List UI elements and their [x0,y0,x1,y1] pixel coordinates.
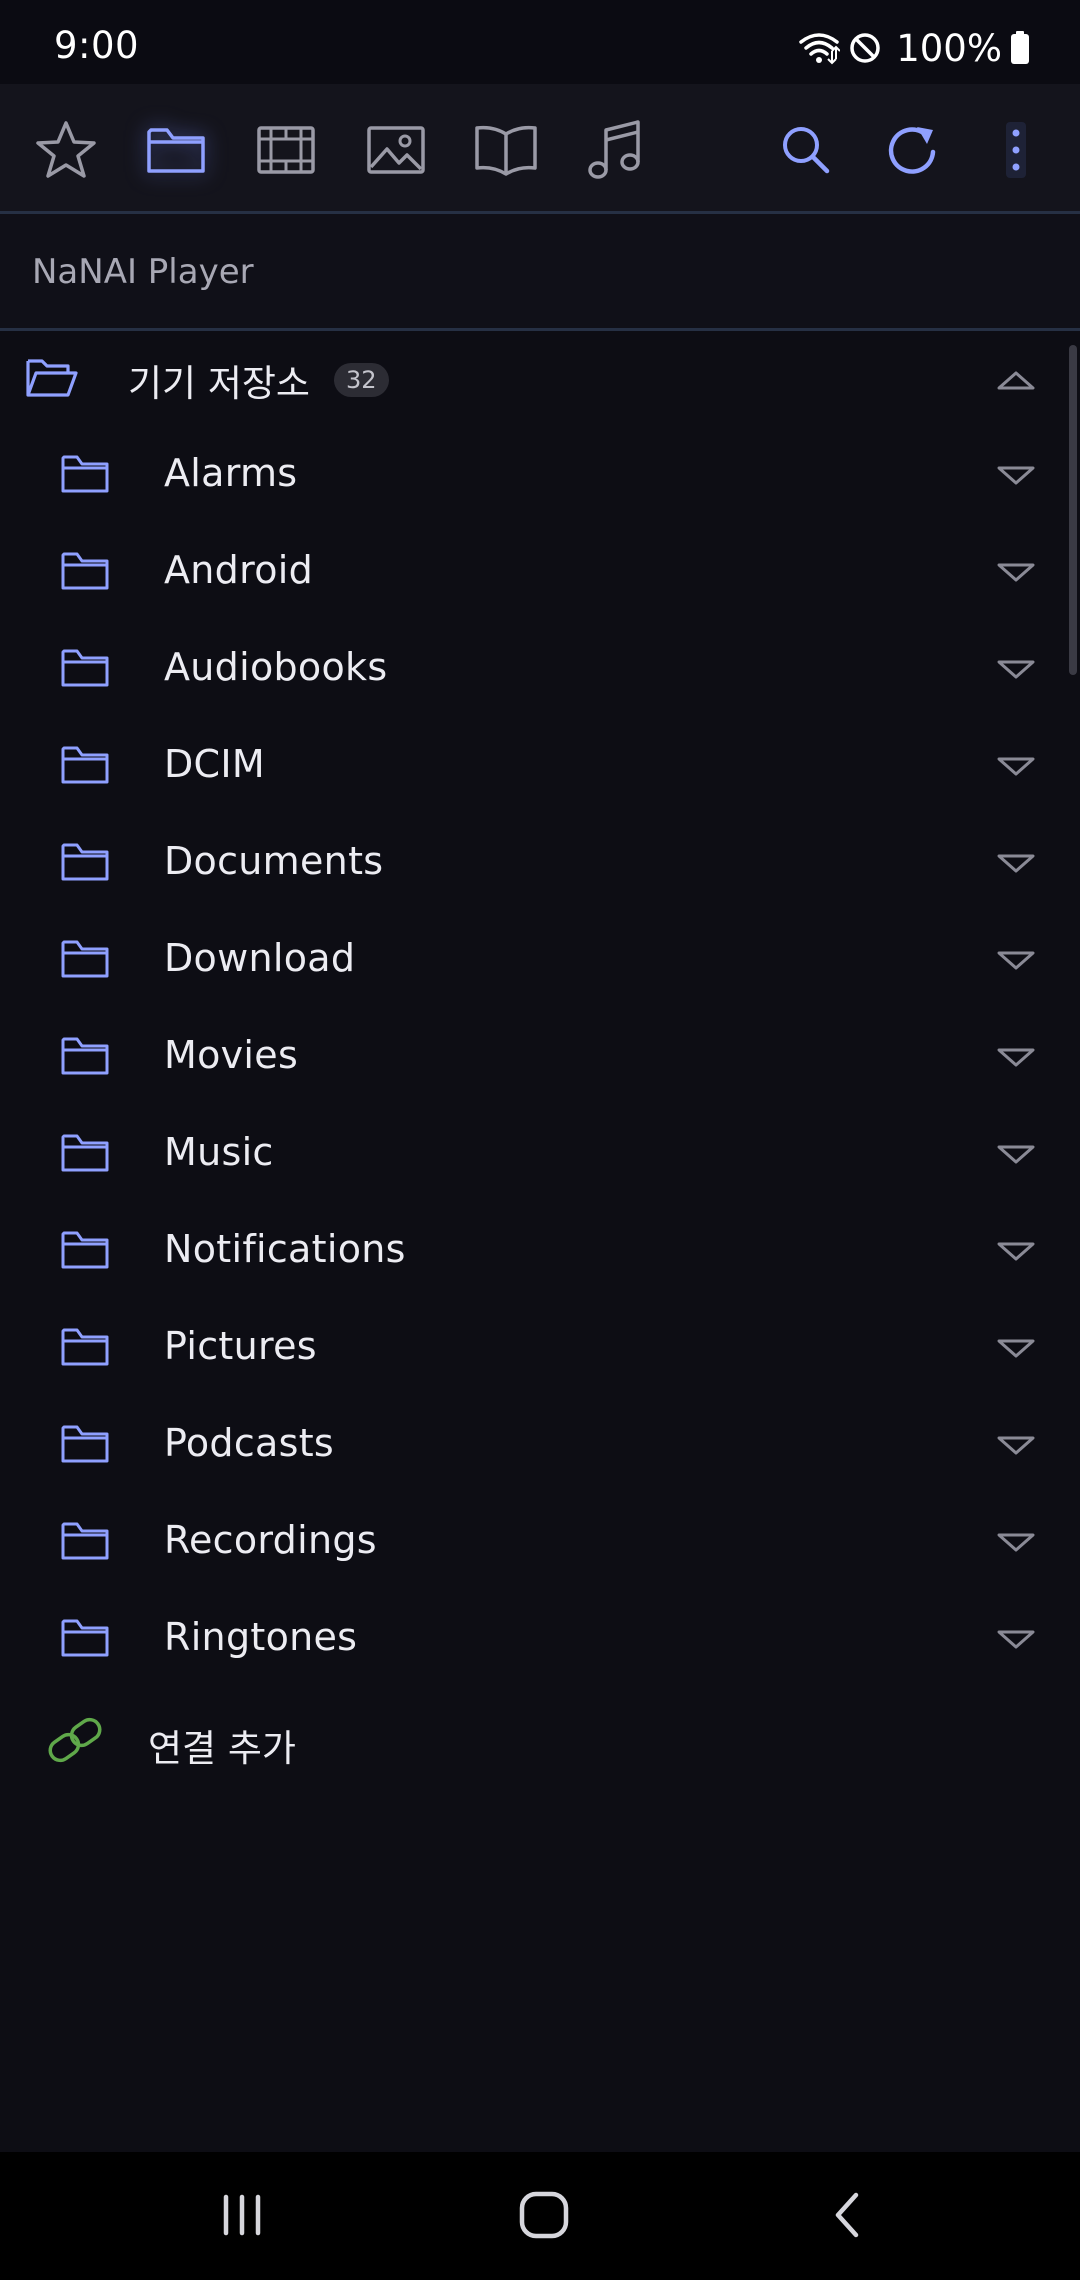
chevron-down-icon[interactable] [996,756,1036,782]
folder-icon [60,1229,110,1275]
chevron-down-icon[interactable] [996,950,1036,976]
app-title: NaNAI Player [32,252,254,292]
system-nav-bar [0,2152,1080,2280]
add-connection-label: 연결 추가 [148,1727,296,1770]
folder-row-documents[interactable]: Documents [0,815,1080,912]
device-storage-row[interactable]: 기기 저장소 32 [0,331,1080,427]
chevron-down-icon[interactable] [996,1241,1036,1267]
folder-count-badge: 32 [334,363,389,397]
refresh-button[interactable] [870,106,958,194]
folder-name: Audiobooks [164,645,388,689]
folder-icon [60,1035,110,1081]
link-icon [44,1712,106,1772]
refresh-icon [885,122,943,178]
home-icon [517,2190,571,2244]
music-note-icon [585,118,643,182]
scrollbar[interactable] [1069,345,1077,675]
back-button[interactable] [808,2182,888,2252]
folder-icon [145,124,207,176]
chevron-down-icon[interactable] [996,1532,1036,1558]
images-tab-button[interactable] [352,106,440,194]
folder-icon [60,1520,110,1566]
book-icon [473,122,539,178]
chevron-down-icon[interactable] [996,659,1036,685]
device-storage-label: 기기 저장소 [128,362,310,405]
folder-name: Download [164,936,356,980]
chevron-down-icon[interactable] [996,1435,1036,1461]
folder-row-recordings[interactable]: Recordings [0,1494,1080,1591]
chevron-down-icon[interactable] [996,562,1036,588]
folder-row-movies[interactable]: Movies [0,1009,1080,1106]
chevron-down-icon[interactable] [996,1338,1036,1364]
add-connection-row[interactable]: 연결 추가 [0,1692,1080,1792]
folder-icon [60,744,110,790]
more-vert-icon [1001,120,1031,180]
folder-row-podcasts[interactable]: Podcasts [0,1397,1080,1494]
do-not-disturb-icon [848,31,882,65]
folder-row-alarms[interactable]: Alarms [0,427,1080,524]
top-toolbar [0,84,1080,212]
battery-icon [1010,31,1030,65]
wifi-icon [798,31,841,65]
chevron-down-icon[interactable] [996,1047,1036,1073]
books-tab-button[interactable] [462,106,550,194]
folder-icon [60,1423,110,1469]
status-time: 9:00 [54,24,140,67]
folders-tab-button[interactable] [132,106,220,194]
film-icon [255,123,317,177]
image-icon [365,123,427,177]
app-title-row: NaNAI Player [0,214,1080,328]
folder-row-android[interactable]: Android [0,524,1080,621]
chevron-down-icon[interactable] [996,465,1036,491]
folder-name: Notifications [164,1227,406,1271]
folder-icon [60,550,110,596]
chevron-up-icon[interactable] [996,369,1036,395]
folder-row-audiobooks[interactable]: Audiobooks [0,621,1080,718]
favorites-button[interactable] [22,106,110,194]
chevron-down-icon[interactable] [996,1629,1036,1655]
folder-row-dcim[interactable]: DCIM [0,718,1080,815]
folder-icon [60,1617,110,1663]
status-bar: 9:00 100% [0,0,1080,90]
folder-name: Pictures [164,1324,317,1368]
folder-name: Alarms [164,451,298,495]
status-icons: 100% [798,20,1030,76]
folder-row-notifications[interactable]: Notifications [0,1203,1080,1300]
search-icon [779,123,833,177]
folder-row-download[interactable]: Download [0,912,1080,1009]
back-icon [828,2190,868,2244]
recents-button[interactable] [202,2182,282,2252]
folder-icon [60,1132,110,1178]
folder-icon [60,841,110,887]
music-tab-button[interactable] [570,106,658,194]
folder-open-icon [24,355,80,405]
folder-name: Podcasts [164,1421,335,1465]
folder-list: Alarms Android Audiobooks DCIM Documents… [0,427,1080,1688]
videos-tab-button[interactable] [242,106,330,194]
search-button[interactable] [762,106,850,194]
folder-icon [60,647,110,693]
folder-icon [60,1326,110,1372]
folder-name: Recordings [164,1518,377,1562]
folder-row-pictures[interactable]: Pictures [0,1300,1080,1397]
star-icon [34,119,98,181]
chevron-down-icon[interactable] [996,1144,1036,1170]
battery-percentage: 100% [896,26,1002,70]
folder-name: Music [164,1130,274,1174]
folder-name: DCIM [164,742,265,786]
folder-name: Ringtones [164,1615,358,1659]
recents-icon [218,2193,266,2241]
folder-name: Movies [164,1033,299,1077]
home-button[interactable] [504,2182,584,2252]
chevron-down-icon[interactable] [996,853,1036,879]
folder-row-ringtones[interactable]: Ringtones [0,1591,1080,1688]
folder-icon [60,453,110,499]
folder-name: Android [164,548,314,592]
folder-icon [60,938,110,984]
folder-name: Documents [164,839,384,883]
folder-row-music[interactable]: Music [0,1106,1080,1203]
more-options-button[interactable] [972,106,1060,194]
